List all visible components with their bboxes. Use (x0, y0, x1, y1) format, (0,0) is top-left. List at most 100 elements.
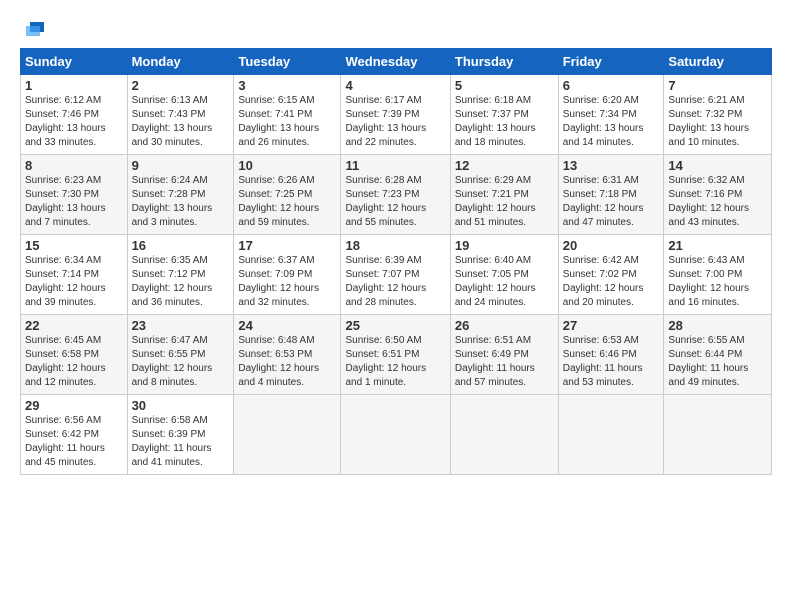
calendar-cell: 6Sunrise: 6:20 AM Sunset: 7:34 PM Daylig… (558, 75, 664, 155)
calendar-cell (341, 395, 450, 475)
day-number: 27 (563, 318, 660, 333)
day-info: Sunrise: 6:40 AM Sunset: 7:05 PM Dayligh… (455, 254, 554, 310)
day-info: Sunrise: 6:31 AM Sunset: 7:18 PM Dayligh… (563, 174, 660, 230)
day-number: 19 (455, 238, 554, 253)
day-info: Sunrise: 6:13 AM Sunset: 7:43 PM Dayligh… (132, 94, 230, 150)
day-info: Sunrise: 6:47 AM Sunset: 6:55 PM Dayligh… (132, 334, 230, 390)
calendar-cell: 17Sunrise: 6:37 AM Sunset: 7:09 PM Dayli… (234, 235, 341, 315)
calendar-cell: 10Sunrise: 6:26 AM Sunset: 7:25 PM Dayli… (234, 155, 341, 235)
day-number: 26 (455, 318, 554, 333)
weekday-header-friday: Friday (558, 49, 664, 75)
calendar-cell: 3Sunrise: 6:15 AM Sunset: 7:41 PM Daylig… (234, 75, 341, 155)
day-number: 22 (25, 318, 123, 333)
weekday-row: SundayMondayTuesdayWednesdayThursdayFrid… (21, 49, 772, 75)
header (20, 18, 772, 40)
weekday-header-thursday: Thursday (450, 49, 558, 75)
day-number: 16 (132, 238, 230, 253)
day-info: Sunrise: 6:55 AM Sunset: 6:44 PM Dayligh… (668, 334, 767, 390)
day-info: Sunrise: 6:50 AM Sunset: 6:51 PM Dayligh… (345, 334, 445, 390)
day-number: 4 (345, 78, 445, 93)
calendar-week-2: 8Sunrise: 6:23 AM Sunset: 7:30 PM Daylig… (21, 155, 772, 235)
day-number: 14 (668, 158, 767, 173)
day-number: 15 (25, 238, 123, 253)
day-number: 13 (563, 158, 660, 173)
day-number: 6 (563, 78, 660, 93)
day-number: 21 (668, 238, 767, 253)
day-info: Sunrise: 6:32 AM Sunset: 7:16 PM Dayligh… (668, 174, 767, 230)
day-info: Sunrise: 6:15 AM Sunset: 7:41 PM Dayligh… (238, 94, 336, 150)
day-info: Sunrise: 6:39 AM Sunset: 7:07 PM Dayligh… (345, 254, 445, 310)
calendar: SundayMondayTuesdayWednesdayThursdayFrid… (20, 48, 772, 475)
day-number: 29 (25, 398, 123, 413)
day-number: 7 (668, 78, 767, 93)
page: SundayMondayTuesdayWednesdayThursdayFrid… (0, 0, 792, 485)
weekday-header-wednesday: Wednesday (341, 49, 450, 75)
day-info: Sunrise: 6:23 AM Sunset: 7:30 PM Dayligh… (25, 174, 123, 230)
day-info: Sunrise: 6:58 AM Sunset: 6:39 PM Dayligh… (132, 414, 230, 470)
day-number: 23 (132, 318, 230, 333)
day-number: 17 (238, 238, 336, 253)
calendar-cell: 20Sunrise: 6:42 AM Sunset: 7:02 PM Dayli… (558, 235, 664, 315)
day-number: 10 (238, 158, 336, 173)
calendar-body: 1Sunrise: 6:12 AM Sunset: 7:46 PM Daylig… (21, 75, 772, 475)
day-number: 8 (25, 158, 123, 173)
day-number: 12 (455, 158, 554, 173)
day-info: Sunrise: 6:37 AM Sunset: 7:09 PM Dayligh… (238, 254, 336, 310)
calendar-cell (450, 395, 558, 475)
calendar-week-5: 29Sunrise: 6:56 AM Sunset: 6:42 PM Dayli… (21, 395, 772, 475)
calendar-cell: 13Sunrise: 6:31 AM Sunset: 7:18 PM Dayli… (558, 155, 664, 235)
day-info: Sunrise: 6:35 AM Sunset: 7:12 PM Dayligh… (132, 254, 230, 310)
calendar-cell: 25Sunrise: 6:50 AM Sunset: 6:51 PM Dayli… (341, 315, 450, 395)
day-info: Sunrise: 6:56 AM Sunset: 6:42 PM Dayligh… (25, 414, 123, 470)
calendar-cell (234, 395, 341, 475)
calendar-cell: 5Sunrise: 6:18 AM Sunset: 7:37 PM Daylig… (450, 75, 558, 155)
calendar-week-3: 15Sunrise: 6:34 AM Sunset: 7:14 PM Dayli… (21, 235, 772, 315)
calendar-cell: 2Sunrise: 6:13 AM Sunset: 7:43 PM Daylig… (127, 75, 234, 155)
weekday-header-monday: Monday (127, 49, 234, 75)
day-info: Sunrise: 6:17 AM Sunset: 7:39 PM Dayligh… (345, 94, 445, 150)
day-number: 20 (563, 238, 660, 253)
day-number: 18 (345, 238, 445, 253)
calendar-cell: 18Sunrise: 6:39 AM Sunset: 7:07 PM Dayli… (341, 235, 450, 315)
calendar-week-4: 22Sunrise: 6:45 AM Sunset: 6:58 PM Dayli… (21, 315, 772, 395)
calendar-cell: 14Sunrise: 6:32 AM Sunset: 7:16 PM Dayli… (664, 155, 772, 235)
day-number: 28 (668, 318, 767, 333)
day-info: Sunrise: 6:12 AM Sunset: 7:46 PM Dayligh… (25, 94, 123, 150)
day-info: Sunrise: 6:18 AM Sunset: 7:37 PM Dayligh… (455, 94, 554, 150)
calendar-cell: 19Sunrise: 6:40 AM Sunset: 7:05 PM Dayli… (450, 235, 558, 315)
calendar-cell: 29Sunrise: 6:56 AM Sunset: 6:42 PM Dayli… (21, 395, 128, 475)
calendar-cell: 11Sunrise: 6:28 AM Sunset: 7:23 PM Dayli… (341, 155, 450, 235)
day-number: 25 (345, 318, 445, 333)
calendar-cell: 24Sunrise: 6:48 AM Sunset: 6:53 PM Dayli… (234, 315, 341, 395)
calendar-cell: 12Sunrise: 6:29 AM Sunset: 7:21 PM Dayli… (450, 155, 558, 235)
day-info: Sunrise: 6:43 AM Sunset: 7:00 PM Dayligh… (668, 254, 767, 310)
calendar-cell: 27Sunrise: 6:53 AM Sunset: 6:46 PM Dayli… (558, 315, 664, 395)
calendar-cell: 30Sunrise: 6:58 AM Sunset: 6:39 PM Dayli… (127, 395, 234, 475)
calendar-cell: 28Sunrise: 6:55 AM Sunset: 6:44 PM Dayli… (664, 315, 772, 395)
calendar-cell (558, 395, 664, 475)
logo-icon (22, 18, 44, 40)
calendar-cell: 21Sunrise: 6:43 AM Sunset: 7:00 PM Dayli… (664, 235, 772, 315)
day-number: 11 (345, 158, 445, 173)
calendar-header: SundayMondayTuesdayWednesdayThursdayFrid… (21, 49, 772, 75)
calendar-cell: 15Sunrise: 6:34 AM Sunset: 7:14 PM Dayli… (21, 235, 128, 315)
day-info: Sunrise: 6:51 AM Sunset: 6:49 PM Dayligh… (455, 334, 554, 390)
day-info: Sunrise: 6:48 AM Sunset: 6:53 PM Dayligh… (238, 334, 336, 390)
day-info: Sunrise: 6:42 AM Sunset: 7:02 PM Dayligh… (563, 254, 660, 310)
day-number: 30 (132, 398, 230, 413)
calendar-cell: 7Sunrise: 6:21 AM Sunset: 7:32 PM Daylig… (664, 75, 772, 155)
calendar-cell: 8Sunrise: 6:23 AM Sunset: 7:30 PM Daylig… (21, 155, 128, 235)
day-number: 24 (238, 318, 336, 333)
calendar-cell (664, 395, 772, 475)
day-info: Sunrise: 6:26 AM Sunset: 7:25 PM Dayligh… (238, 174, 336, 230)
day-number: 9 (132, 158, 230, 173)
calendar-cell: 26Sunrise: 6:51 AM Sunset: 6:49 PM Dayli… (450, 315, 558, 395)
weekday-header-sunday: Sunday (21, 49, 128, 75)
day-info: Sunrise: 6:45 AM Sunset: 6:58 PM Dayligh… (25, 334, 123, 390)
weekday-header-tuesday: Tuesday (234, 49, 341, 75)
calendar-cell: 22Sunrise: 6:45 AM Sunset: 6:58 PM Dayli… (21, 315, 128, 395)
day-number: 1 (25, 78, 123, 93)
day-info: Sunrise: 6:28 AM Sunset: 7:23 PM Dayligh… (345, 174, 445, 230)
calendar-week-1: 1Sunrise: 6:12 AM Sunset: 7:46 PM Daylig… (21, 75, 772, 155)
calendar-cell: 1Sunrise: 6:12 AM Sunset: 7:46 PM Daylig… (21, 75, 128, 155)
